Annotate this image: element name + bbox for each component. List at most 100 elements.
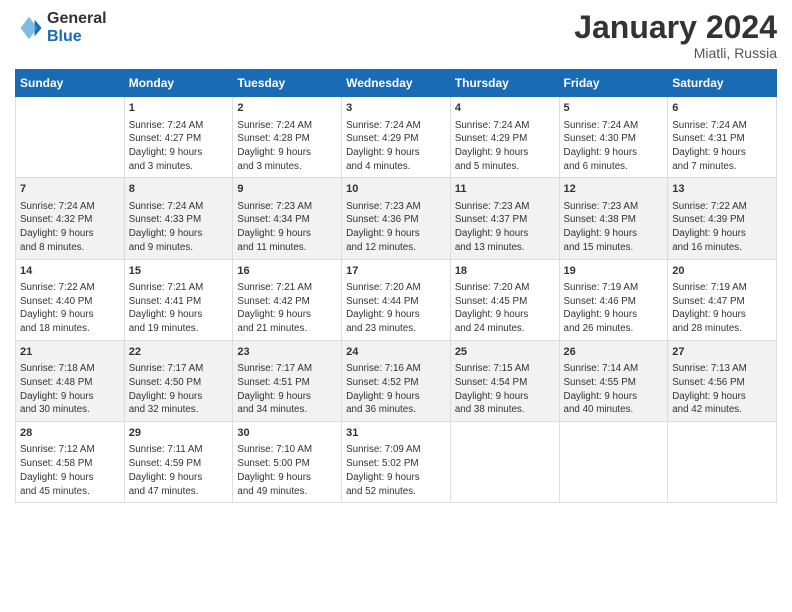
day-info: Sunrise: 7:24 AMSunset: 4:30 PMDaylight:… [564, 119, 664, 174]
day-number: 28 [20, 426, 120, 441]
day-info: Sunrise: 7:23 AMSunset: 4:34 PMDaylight:… [237, 200, 337, 255]
calendar-cell: 14 Sunrise: 7:22 AMSunset: 4:40 PMDayligh… [16, 259, 125, 340]
calendar-week-row: 1 Sunrise: 7:24 AMSunset: 4:27 PMDaylight… [16, 97, 777, 178]
day-number: 31 [346, 426, 446, 441]
calendar-cell: 26Sunrise: 7:14 AMSunset: 4:55 PMDayligh… [559, 340, 668, 421]
day-number: 12 [564, 182, 664, 197]
calendar-cell: 19Sunrise: 7:19 AMSunset: 4:46 PMDayligh… [559, 259, 668, 340]
day-number: 7 [20, 182, 120, 197]
day-number: 18 [455, 264, 555, 279]
day-info: Sunrise: 7:17 AMSunset: 4:50 PMDaylight:… [129, 362, 229, 417]
day-number: 22 [129, 345, 229, 360]
location-subtitle: Miatli, Russia [574, 45, 777, 61]
calendar-week-row: 21 Sunrise: 7:18 AMSunset: 4:48 PMDayligh… [16, 340, 777, 421]
calendar-table: Sunday Monday Tuesday Wednesday Thursday… [15, 69, 777, 503]
day-info: Sunrise: 7:13 AMSunset: 4:56 PMDaylight:… [672, 362, 772, 417]
logo-general-text: General [47, 10, 107, 28]
day-number: 21 [20, 345, 120, 360]
day-number: 4 [455, 101, 555, 116]
calendar-cell: 2 Sunrise: 7:24 AMSunset: 4:28 PMDaylight… [233, 97, 342, 178]
day-info: Sunrise: 7:20 AMSunset: 4:45 PMDaylight:… [455, 281, 555, 336]
day-number: 10 [346, 182, 446, 197]
calendar-cell: 29 Sunrise: 7:11 AMSunset: 4:59 PMDayligh… [124, 422, 233, 503]
day-info: Sunrise: 7:20 AMSunset: 4:44 PMDaylight:… [346, 281, 446, 336]
day-number: 30 [237, 426, 337, 441]
day-number: 15 [129, 264, 229, 279]
day-number: 8 [129, 182, 229, 197]
day-number: 13 [672, 182, 772, 197]
calendar-cell: 24Sunrise: 7:16 AMSunset: 4:52 PMDayligh… [342, 340, 451, 421]
day-number: 2 [237, 101, 337, 116]
header-row: Sunday Monday Tuesday Wednesday Thursday… [16, 70, 777, 97]
day-info: Sunrise: 7:12 AMSunset: 4:58 PMDaylight:… [20, 443, 120, 498]
day-number: 3 [346, 101, 446, 116]
day-number: 23 [237, 345, 337, 360]
calendar-cell: 9 Sunrise: 7:23 AMSunset: 4:34 PMDaylight… [233, 178, 342, 259]
title-block: January 2024 Miatli, Russia [574, 10, 777, 61]
day-info: Sunrise: 7:10 AMSunset: 5:00 PMDaylight:… [237, 443, 337, 498]
day-number: 20 [672, 264, 772, 279]
calendar-cell: 25 Sunrise: 7:15 AMSunset: 4:54 PMDayligh… [450, 340, 559, 421]
calendar-cell: 15 Sunrise: 7:21 AMSunset: 4:41 PMDayligh… [124, 259, 233, 340]
day-info: Sunrise: 7:24 AMSunset: 4:28 PMDaylight:… [237, 119, 337, 174]
day-number: 17 [346, 264, 446, 279]
calendar-cell: 5Sunrise: 7:24 AMSunset: 4:30 PMDaylight… [559, 97, 668, 178]
calendar-cell: 12 Sunrise: 7:23 AMSunset: 4:38 PMDayligh… [559, 178, 668, 259]
day-info: Sunrise: 7:17 AMSunset: 4:51 PMDaylight:… [237, 362, 337, 417]
col-sunday: Sunday [16, 70, 125, 97]
day-info: Sunrise: 7:21 AMSunset: 4:41 PMDaylight:… [129, 281, 229, 336]
calendar-cell: 4 Sunrise: 7:24 AMSunset: 4:29 PMDaylight… [450, 97, 559, 178]
day-number: 9 [237, 182, 337, 197]
day-info: Sunrise: 7:24 AMSunset: 4:33 PMDaylight:… [129, 200, 229, 255]
col-monday: Monday [124, 70, 233, 97]
calendar-cell: 30 Sunrise: 7:10 AMSunset: 5:00 PMDayligh… [233, 422, 342, 503]
day-info: Sunrise: 7:24 AMSunset: 4:27 PMDaylight:… [129, 119, 229, 174]
calendar-cell: 11 Sunrise: 7:23 AMSunset: 4:37 PMDayligh… [450, 178, 559, 259]
calendar-cell: 28 Sunrise: 7:12 AMSunset: 4:58 PMDayligh… [16, 422, 125, 503]
col-thursday: Thursday [450, 70, 559, 97]
logo-text: General Blue [47, 10, 107, 45]
day-info: Sunrise: 7:21 AMSunset: 4:42 PMDaylight:… [237, 281, 337, 336]
calendar-week-row: 7Sunrise: 7:24 AMSunset: 4:32 PMDaylight… [16, 178, 777, 259]
calendar-cell: 6Sunrise: 7:24 AMSunset: 4:31 PMDaylight… [668, 97, 777, 178]
day-number: 27 [672, 345, 772, 360]
day-number: 29 [129, 426, 229, 441]
day-info: Sunrise: 7:23 AMSunset: 4:36 PMDaylight:… [346, 200, 446, 255]
logo-blue-text: Blue [47, 28, 107, 46]
calendar-cell: 27 Sunrise: 7:13 AMSunset: 4:56 PMDayligh… [668, 340, 777, 421]
col-friday: Friday [559, 70, 668, 97]
calendar-cell: 13 Sunrise: 7:22 AMSunset: 4:39 PMDayligh… [668, 178, 777, 259]
day-number: 11 [455, 182, 555, 197]
day-info: Sunrise: 7:23 AMSunset: 4:37 PMDaylight:… [455, 200, 555, 255]
logo-icon [15, 14, 43, 42]
calendar-week-row: 28 Sunrise: 7:12 AMSunset: 4:58 PMDayligh… [16, 422, 777, 503]
day-info: Sunrise: 7:22 AMSunset: 4:39 PMDaylight:… [672, 200, 772, 255]
day-number: 14 [20, 264, 120, 279]
calendar-cell: 17 Sunrise: 7:20 AMSunset: 4:44 PMDayligh… [342, 259, 451, 340]
day-info: Sunrise: 7:22 AMSunset: 4:40 PMDaylight:… [20, 281, 120, 336]
day-info: Sunrise: 7:16 AMSunset: 4:52 PMDaylight:… [346, 362, 446, 417]
day-number: 16 [237, 264, 337, 279]
calendar-cell: 22 Sunrise: 7:17 AMSunset: 4:50 PMDayligh… [124, 340, 233, 421]
calendar-cell [16, 97, 125, 178]
day-number: 1 [129, 101, 229, 116]
calendar-cell: 21 Sunrise: 7:18 AMSunset: 4:48 PMDayligh… [16, 340, 125, 421]
calendar-cell [450, 422, 559, 503]
calendar-cell: 18 Sunrise: 7:20 AMSunset: 4:45 PMDayligh… [450, 259, 559, 340]
calendar-cell: 8 Sunrise: 7:24 AMSunset: 4:33 PMDaylight… [124, 178, 233, 259]
calendar-cell: 20Sunrise: 7:19 AMSunset: 4:47 PMDayligh… [668, 259, 777, 340]
col-wednesday: Wednesday [342, 70, 451, 97]
day-info: Sunrise: 7:24 AMSunset: 4:29 PMDaylight:… [455, 119, 555, 174]
day-info: Sunrise: 7:19 AMSunset: 4:46 PMDaylight:… [564, 281, 664, 336]
calendar-cell: 7Sunrise: 7:24 AMSunset: 4:32 PMDaylight… [16, 178, 125, 259]
day-info: Sunrise: 7:24 AMSunset: 4:31 PMDaylight:… [672, 119, 772, 174]
page: General Blue January 2024 Miatli, Russia… [0, 0, 792, 612]
day-info: Sunrise: 7:14 AMSunset: 4:55 PMDaylight:… [564, 362, 664, 417]
day-info: Sunrise: 7:15 AMSunset: 4:54 PMDaylight:… [455, 362, 555, 417]
col-tuesday: Tuesday [233, 70, 342, 97]
day-number: 25 [455, 345, 555, 360]
day-info: Sunrise: 7:18 AMSunset: 4:48 PMDaylight:… [20, 362, 120, 417]
day-info: Sunrise: 7:23 AMSunset: 4:38 PMDaylight:… [564, 200, 664, 255]
day-info: Sunrise: 7:11 AMSunset: 4:59 PMDaylight:… [129, 443, 229, 498]
logo: General Blue [15, 10, 107, 45]
